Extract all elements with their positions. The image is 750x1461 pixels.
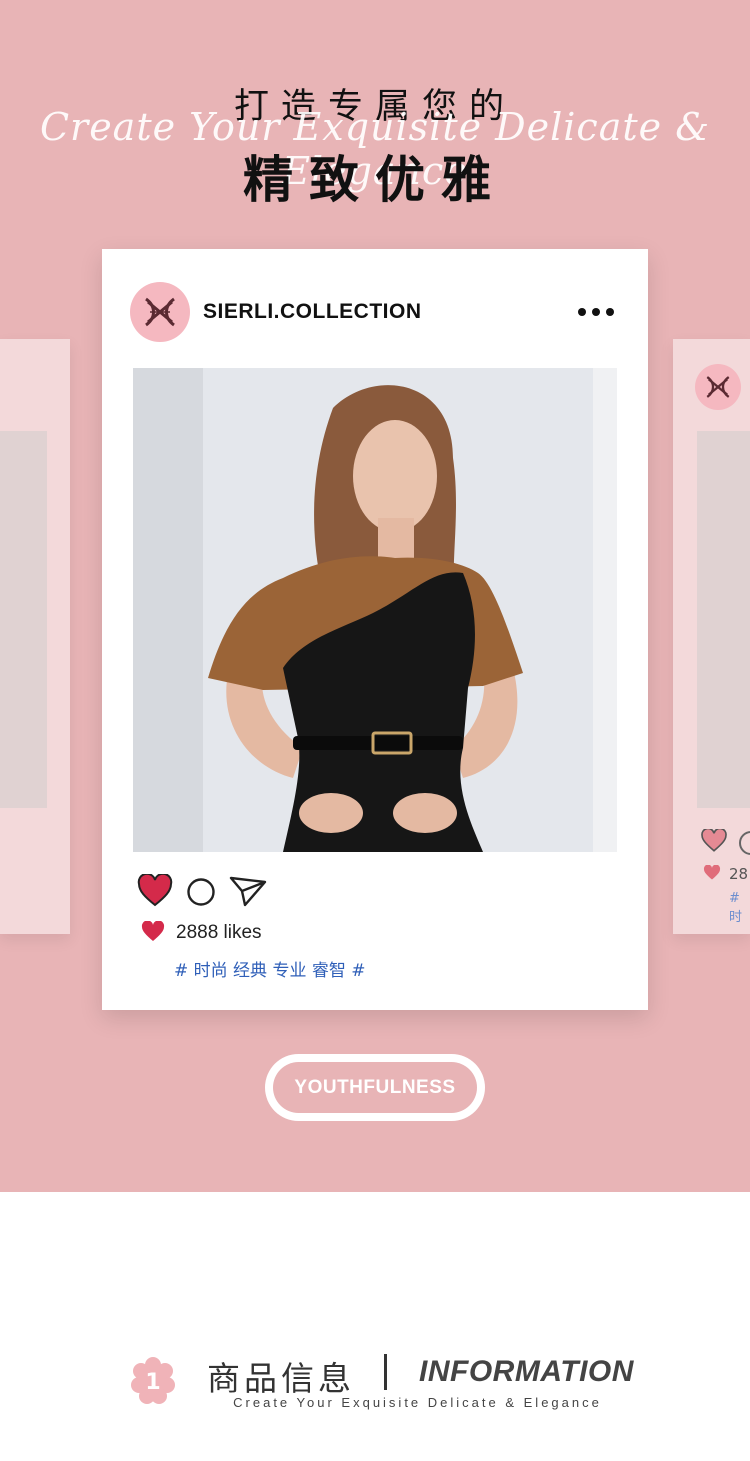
comment-icon[interactable]	[739, 831, 750, 855]
section-divider	[384, 1354, 387, 1390]
side-card-photo	[697, 431, 750, 808]
heart-icon[interactable]	[137, 874, 173, 908]
side-card-photo	[0, 431, 47, 808]
section-title-en: INFORMATION	[419, 1355, 634, 1388]
likes-count-partial: 28	[729, 865, 749, 883]
side-card-left[interactable]	[0, 339, 70, 934]
section-number: 1	[145, 1370, 160, 1395]
post-card: SIERLI.COLLECTION 2888 likes # 时尚 经典 专业 …	[102, 249, 648, 1010]
comment-icon[interactable]	[186, 877, 216, 907]
heart-icon	[141, 921, 165, 941]
heart-icon	[703, 865, 721, 880]
heart-outline-icon[interactable]	[701, 829, 727, 853]
tags-partial: # 时	[729, 891, 743, 925]
post-photo	[133, 368, 617, 852]
send-icon[interactable]	[228, 874, 268, 908]
section-title-cn: 商品信息	[207, 1359, 355, 1398]
section-subtitle: Create Your Exquisite Delicate & Eleganc…	[233, 1395, 602, 1410]
headline-line2: 精致优雅	[243, 151, 507, 209]
youthfulness-badge: YOUTHFULNESS	[265, 1054, 485, 1121]
post-tags[interactable]: # 时尚 经典 专业 睿智 #	[174, 956, 366, 981]
more-icon[interactable]	[576, 305, 616, 319]
logo-icon[interactable]	[130, 282, 190, 342]
post-username[interactable]: SIERLI.COLLECTION	[203, 300, 422, 324]
logo-icon	[695, 364, 741, 410]
likes-count[interactable]: 2888 likes	[176, 922, 262, 944]
youthfulness-label: YOUTHFULNESS	[273, 1062, 477, 1113]
side-card-right[interactable]: 28 # 时	[673, 339, 750, 934]
